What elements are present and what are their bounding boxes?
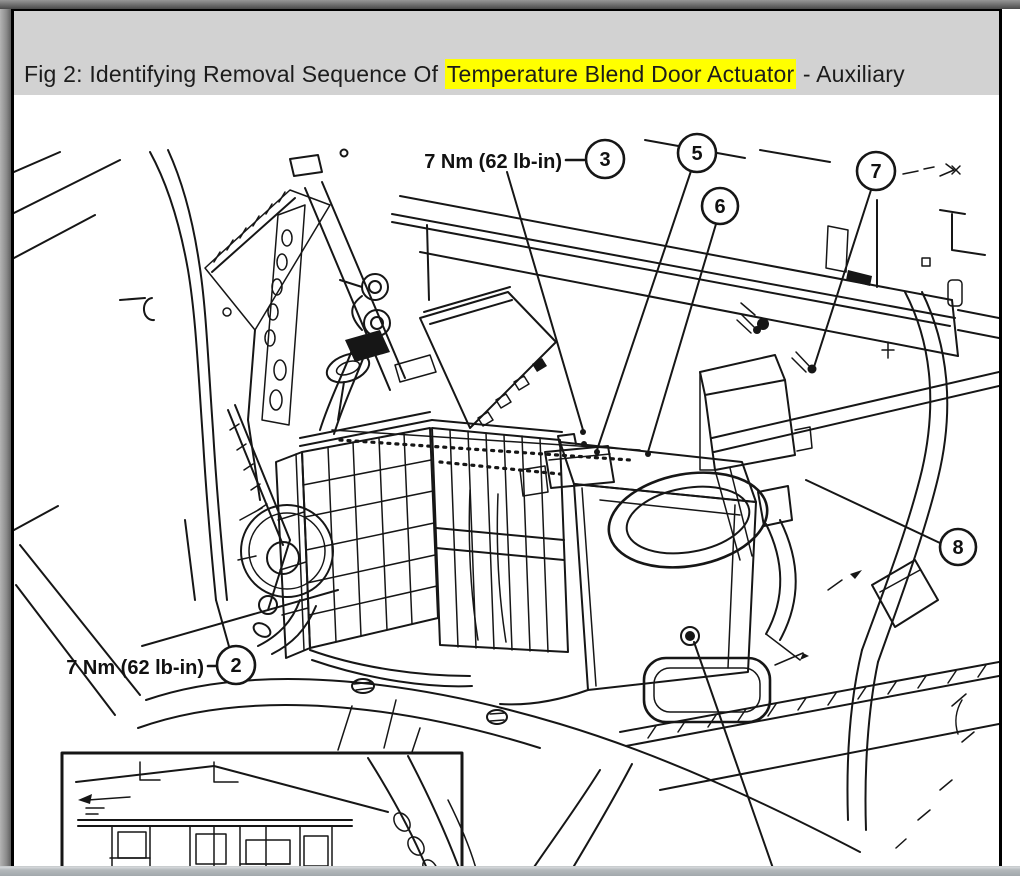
- caption-suffix: - Auxiliary: [796, 61, 905, 87]
- callout-6: 6: [700, 186, 740, 226]
- svg-text:2: 2: [230, 655, 241, 677]
- svg-text:7: 7: [870, 161, 881, 183]
- document-page: Fig 2: Identifying Removal Sequence Of T…: [11, 9, 1002, 866]
- callout-8: 8: [938, 527, 978, 567]
- svg-text:3: 3: [599, 149, 610, 171]
- page-right-gutter: [1002, 9, 1020, 866]
- window-bottom-bar: [0, 866, 1020, 876]
- window-top-edge: [0, 0, 1020, 9]
- svg-text:8: 8: [952, 537, 963, 559]
- torque-label-top: 7 Nm (62 lb-in): [424, 151, 562, 173]
- callout-3: 3: [584, 138, 626, 180]
- actuator-drawing: [699, 354, 813, 561]
- screenshot-root: Fig 2: Identifying Removal Sequence Of T…: [0, 0, 1020, 876]
- caption-highlighted-text: Temperature Blend Door Actuator: [444, 59, 797, 89]
- figure-caption: Fig 2: Identifying Removal Sequence Of T…: [24, 59, 905, 89]
- diagram-artwork: 7 Nm (62 lb-in) 7 Nm (62 lb-in) 2 3 5 6: [14, 132, 999, 866]
- caption-prefix: Fig 2: Identifying Removal Sequence Of: [24, 61, 445, 87]
- torque-label-bottom: 7 Nm (62 lb-in): [66, 657, 204, 679]
- svg-text:5: 5: [691, 143, 702, 165]
- inset-detail-box: [60, 699, 477, 866]
- callout-2: 2: [215, 644, 257, 686]
- window-left-edge: [0, 9, 11, 866]
- svg-text:6: 6: [714, 196, 725, 218]
- hvac-unit-drawing: [237, 273, 801, 724]
- figure-caption-band: Fig 2: Identifying Removal Sequence Of T…: [14, 11, 999, 95]
- callout-7: 7: [855, 150, 897, 192]
- callout-5: 5: [676, 132, 718, 174]
